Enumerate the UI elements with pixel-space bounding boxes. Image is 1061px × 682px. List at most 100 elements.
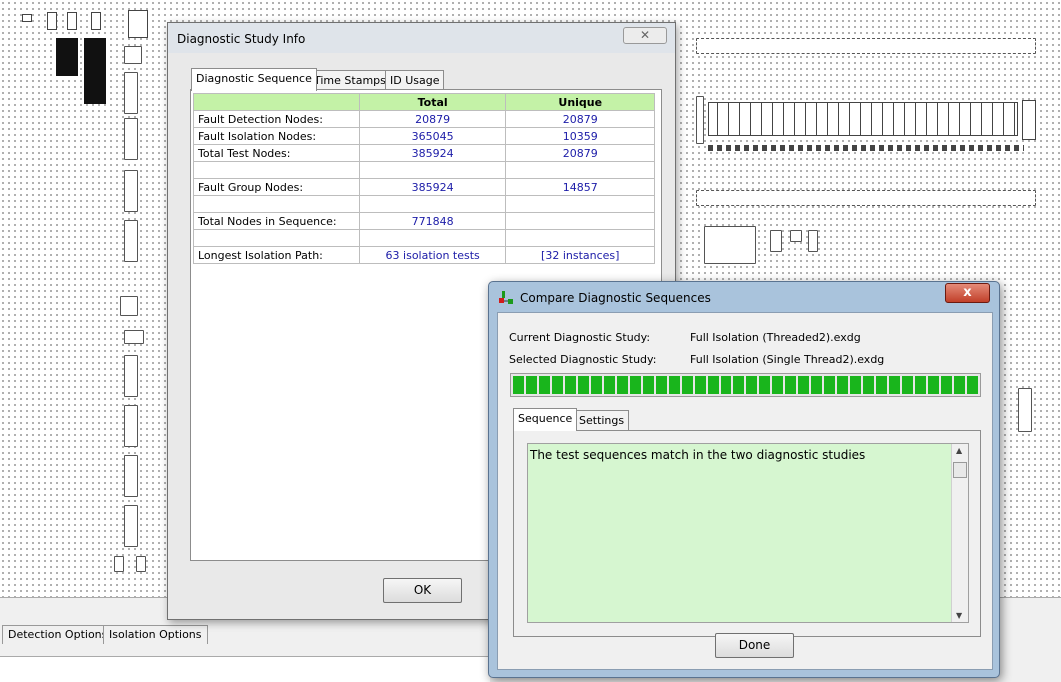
progress-segment	[694, 376, 706, 394]
progress-segment	[798, 376, 810, 394]
dialog-title: Compare Diagnostic Sequences	[520, 291, 711, 305]
schematic-gate	[696, 38, 1036, 54]
progress-segment	[940, 376, 952, 394]
total-value: 20879	[358, 110, 507, 128]
schematic-gate	[790, 230, 802, 242]
table-row: Fault Isolation Nodes: 365045 10359	[193, 127, 655, 145]
close-button[interactable]: ✕	[623, 27, 667, 44]
table-row: Fault Detection Nodes: 20879 20879	[193, 110, 655, 128]
sequence-panel: The test sequences match in the two diag…	[513, 430, 981, 637]
tab-settings[interactable]: Settings	[574, 410, 630, 431]
progress-segment	[915, 376, 926, 394]
scrollbar-thumb[interactable]	[953, 462, 967, 478]
column-header-total: Total	[358, 93, 507, 111]
progress-segment	[902, 376, 914, 394]
progress-segment	[655, 376, 667, 394]
progress-segment	[811, 376, 823, 394]
progress-segment	[564, 376, 576, 394]
total-value	[358, 161, 507, 179]
bottom-field[interactable]	[0, 656, 490, 682]
progress-segment	[876, 376, 888, 394]
unique-value: 14857	[505, 178, 655, 196]
result-text: The test sequences match in the two diag…	[530, 448, 866, 462]
schematic-bus	[84, 38, 106, 104]
tab-detection-options[interactable]: Detection Options	[2, 625, 114, 644]
schematic-gate	[808, 230, 818, 252]
table-row	[193, 229, 655, 247]
progress-segment	[785, 376, 797, 394]
result-text-area[interactable]: The test sequences match in the two diag…	[527, 443, 969, 623]
dialog-title: Diagnostic Study Info	[177, 32, 306, 46]
row-label	[193, 161, 360, 179]
schematic-bus	[56, 38, 78, 76]
table-row	[193, 161, 655, 179]
compare-diagnostic-sequences-dialog: Compare Diagnostic Sequences x Current D…	[488, 281, 1000, 678]
scroll-up-icon[interactable]: ▲	[956, 446, 962, 455]
progress-segment	[603, 376, 615, 394]
unique-value: 10359	[505, 127, 655, 145]
tab-diagnostic-sequence[interactable]: Diagnostic Sequence	[191, 68, 317, 91]
progress-segment	[928, 376, 939, 394]
progress-segment	[551, 376, 563, 394]
progress-segment	[889, 376, 901, 394]
schematic-seg-row	[708, 102, 1018, 136]
current-study-label: Current Diagnostic Study:	[509, 331, 651, 344]
ok-button[interactable]: OK	[383, 578, 462, 603]
row-label: Total Nodes in Sequence:	[193, 212, 360, 230]
column-header	[193, 93, 360, 111]
schematic-seg-row	[708, 145, 1024, 151]
progress-segment	[629, 376, 641, 394]
progress-segment	[850, 376, 862, 394]
row-label: Total Test Nodes:	[193, 144, 360, 162]
vertical-scrollbar[interactable]: ▲ ▼	[951, 444, 968, 622]
total-value	[358, 229, 507, 247]
schematic-gate	[124, 355, 138, 397]
schematic-gate	[124, 220, 138, 262]
schematic-gate	[124, 505, 138, 547]
tab-isolation-options[interactable]: Isolation Options	[103, 625, 208, 644]
close-button[interactable]: x	[945, 283, 990, 303]
progress-segment	[746, 376, 758, 394]
schematic-gate	[124, 330, 144, 344]
progress-segment	[720, 376, 732, 394]
row-label	[193, 229, 360, 247]
tab-sequence[interactable]: Sequence	[513, 408, 578, 431]
schematic-gate	[704, 226, 756, 264]
scroll-down-icon[interactable]: ▼	[956, 611, 962, 620]
tab-id-usage[interactable]: ID Usage	[385, 70, 445, 91]
progress-segment	[681, 376, 693, 394]
schematic-gate	[124, 455, 138, 497]
selected-study-value: Full Isolation (Single Thread2).exdg	[690, 353, 885, 366]
table-row: Fault Group Nodes: 385924 14857	[193, 178, 655, 196]
progress-segment	[538, 376, 550, 394]
schematic-gate	[696, 96, 704, 144]
dialog-titlebar: Diagnostic Study Info ✕	[168, 23, 675, 53]
progress-segment	[837, 376, 849, 394]
unique-value	[505, 161, 655, 179]
row-label: Fault Isolation Nodes:	[193, 127, 360, 145]
progress-segment	[707, 376, 719, 394]
progress-segment	[590, 376, 602, 394]
schematic-gate	[114, 556, 124, 572]
schematic-component	[67, 12, 77, 30]
row-label: Longest Isolation Path:	[193, 246, 360, 264]
progress-segment	[863, 376, 875, 394]
total-value: 365045	[358, 127, 507, 145]
schematic-gate	[120, 296, 138, 316]
app-icon	[498, 290, 514, 306]
progress-segment	[577, 376, 589, 394]
table-header-row: Total Unique	[193, 93, 655, 111]
schematic-gate	[124, 405, 138, 447]
unique-value: 20879	[505, 110, 655, 128]
progress-segment	[759, 376, 771, 394]
progress-segment	[772, 376, 784, 394]
table-row: Total Test Nodes: 385924 20879	[193, 144, 655, 162]
tab-time-stamps[interactable]: Time Stamps	[309, 70, 391, 91]
selected-study-label: Selected Diagnostic Study:	[509, 353, 657, 366]
unique-value	[505, 195, 655, 213]
progress-segment	[616, 376, 628, 394]
schematic-gate	[124, 46, 142, 64]
done-button[interactable]: Done	[715, 633, 794, 658]
total-value: 385924	[358, 144, 507, 162]
row-label	[193, 195, 360, 213]
